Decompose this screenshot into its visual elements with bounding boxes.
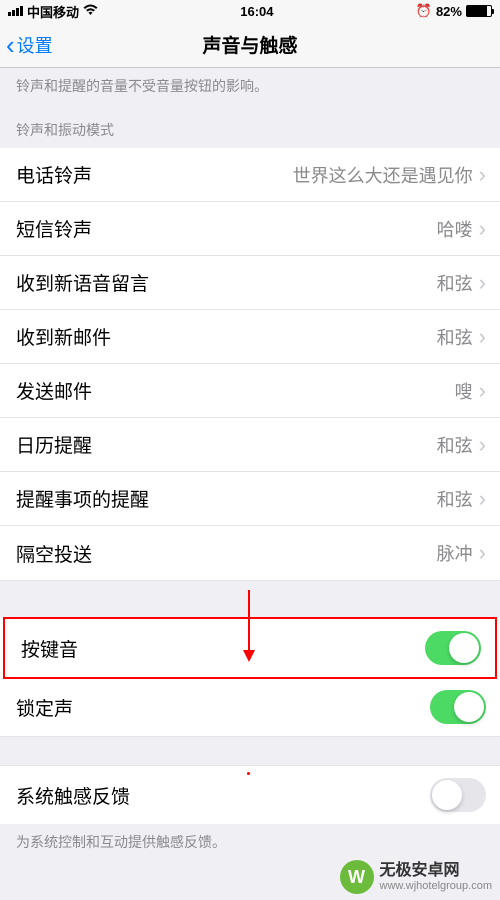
row-value: 和弦 — [437, 324, 473, 350]
row-phone-ringtone[interactable]: 电话铃声 世界这么大还是遇见你› — [0, 148, 500, 202]
volume-desc: 铃声和提醒的音量不受音量按钮的影响。 — [0, 68, 500, 106]
row-value: 脉冲 — [437, 540, 473, 566]
row-text-tone[interactable]: 短信铃声 哈喽› — [0, 202, 500, 256]
chevron-right-icon: › — [479, 216, 486, 242]
toggle-keyboard-clicks[interactable] — [425, 631, 481, 665]
back-button[interactable]: ‹ 设置 — [0, 32, 53, 58]
status-time: 16:04 — [240, 4, 273, 19]
chevron-right-icon: › — [479, 540, 486, 566]
chevron-right-icon: › — [479, 270, 486, 296]
ringtone-list: 电话铃声 世界这么大还是遇见你› 短信铃声 哈喽› 收到新语音留言 和弦› 收到… — [0, 148, 500, 580]
chevron-right-icon: › — [479, 324, 486, 350]
page-title: 声音与触感 — [202, 31, 297, 58]
haptic-list: 系统触感反馈 — [0, 766, 500, 824]
toggle-system-haptics[interactable] — [430, 778, 486, 812]
row-value: 和弦 — [437, 270, 473, 296]
row-label: 锁定声 — [16, 694, 73, 721]
battery-percent: 82% — [436, 4, 462, 19]
row-value: 哈喽 — [437, 216, 473, 242]
row-label: 电话铃声 — [16, 161, 92, 188]
watermark-logo-icon: W — [340, 860, 374, 894]
row-sent-mail[interactable]: 发送邮件 嗖› — [0, 364, 500, 418]
section-gap — [0, 580, 500, 618]
row-calendar[interactable]: 日历提醒 和弦› — [0, 418, 500, 472]
watermark-title: 无极安卓网 — [380, 861, 493, 880]
row-reminders[interactable]: 提醒事项的提醒 和弦› — [0, 472, 500, 526]
battery-icon — [466, 5, 492, 17]
status-bar: 中国移动 16:04 ⏰ 82% — [0, 0, 500, 22]
row-airdrop[interactable]: 隔空投送 脉冲› — [0, 526, 500, 580]
toggle-lock-sound[interactable] — [430, 690, 486, 724]
row-value: 和弦 — [437, 432, 473, 458]
nav-bar: ‹ 设置 声音与触感 — [0, 22, 500, 68]
row-label: 提醒事项的提醒 — [16, 485, 149, 512]
chevron-right-icon: › — [479, 378, 486, 404]
row-label: 短信铃声 — [16, 215, 92, 242]
row-value: 世界这么大还是遇见你 — [293, 162, 473, 188]
carrier-label: 中国移动 — [27, 2, 79, 21]
annotation-highlight: 按键音 — [3, 617, 497, 679]
chevron-left-icon: ‹ — [6, 32, 15, 58]
row-label: 系统触感反馈 — [16, 782, 130, 809]
row-label: 按键音 — [21, 635, 78, 662]
haptic-desc: 为系统控制和互动提供触感反馈。 — [0, 824, 500, 862]
annotation-dot — [247, 772, 250, 775]
keyboard-sounds-list: 按键音 锁定声 — [0, 617, 500, 736]
alarm-icon: ⏰ — [416, 3, 432, 19]
row-voicemail[interactable]: 收到新语音留言 和弦› — [0, 256, 500, 310]
row-label: 隔空投送 — [16, 540, 92, 567]
watermark-url: www.wjhotelgroup.com — [380, 880, 493, 893]
chevron-right-icon: › — [479, 486, 486, 512]
row-label: 日历提醒 — [16, 431, 92, 458]
row-system-haptics[interactable]: 系统触感反馈 — [0, 766, 500, 824]
section-header-ringtones: 铃声和振动模式 — [0, 106, 500, 148]
watermark: W 无极安卓网 www.wjhotelgroup.com — [340, 860, 493, 894]
chevron-right-icon: › — [479, 162, 486, 188]
row-lock-sound[interactable]: 锁定声 — [0, 678, 500, 736]
signal-icon — [8, 6, 23, 16]
row-label: 收到新邮件 — [16, 323, 111, 350]
back-label: 设置 — [17, 32, 53, 58]
row-value: 和弦 — [437, 486, 473, 512]
row-value: 嗖 — [455, 378, 473, 404]
wifi-icon — [83, 3, 98, 19]
section-gap — [0, 736, 500, 766]
row-label: 发送邮件 — [16, 377, 92, 404]
row-new-mail[interactable]: 收到新邮件 和弦› — [0, 310, 500, 364]
row-label: 收到新语音留言 — [16, 269, 149, 296]
row-keyboard-clicks[interactable]: 按键音 — [5, 619, 495, 677]
chevron-right-icon: › — [479, 432, 486, 458]
